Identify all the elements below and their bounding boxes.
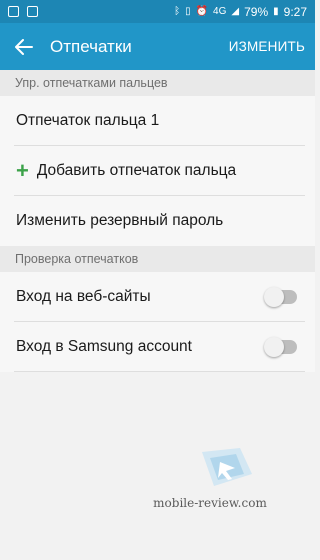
status-left <box>8 6 38 17</box>
watermark-logo-icon <box>202 448 252 486</box>
vibrate-icon: ▯ <box>185 6 191 17</box>
samsung-account-item[interactable]: Вход в Samsung account <box>0 322 315 372</box>
battery-icon: ▮ <box>273 6 279 17</box>
samsung-account-toggle[interactable] <box>264 337 297 357</box>
gallery-icon <box>27 6 38 17</box>
watermark-text: mobile-review.com <box>153 496 267 510</box>
web-signin-toggle[interactable] <box>264 287 297 307</box>
instagram-icon <box>8 6 19 17</box>
plus-icon: + <box>16 158 29 183</box>
section-header-manage: Упр. отпечатками пальцев <box>0 70 315 96</box>
status-right: ᛒ ▯ ⏰ 4G ◢ 79% ▮ 9:27 <box>174 5 307 19</box>
samsung-account-label: Вход в Samsung account <box>16 338 192 355</box>
verify-list: Вход на веб-сайты Вход в Samsung account <box>0 272 315 372</box>
edit-button[interactable]: ИЗМЕНИТЬ <box>229 39 305 54</box>
battery-percent: 79% <box>244 4 269 19</box>
app-bar: Отпечатки ИЗМЕНИТЬ <box>0 23 315 70</box>
page-title: Отпечатки <box>50 36 132 56</box>
back-button[interactable] <box>12 35 36 59</box>
add-fingerprint-label: Добавить отпечаток пальца <box>36 162 237 179</box>
manage-list: Отпечаток пальца 1 + Добавить отпечаток … <box>0 96 315 246</box>
fingerprint-1-item[interactable]: Отпечаток пальца 1 <box>0 96 315 146</box>
add-fingerprint-item[interactable]: + Добавить отпечаток пальца <box>0 146 315 196</box>
empty-area: mobile-review.com <box>0 372 315 560</box>
change-backup-password-item[interactable]: Изменить резервный пароль <box>0 196 315 246</box>
bluetooth-icon: ᛒ <box>174 6 181 17</box>
toggle-knob <box>264 337 284 357</box>
web-signin-label: Вход на веб-сайты <box>16 288 151 305</box>
change-backup-password-label: Изменить резервный пароль <box>16 212 224 229</box>
alarm-icon: ⏰ <box>195 6 209 17</box>
web-signin-item[interactable]: Вход на веб-сайты <box>0 272 315 322</box>
network-type: 4G <box>213 6 227 17</box>
status-bar: ᛒ ▯ ⏰ 4G ◢ 79% ▮ 9:27 <box>0 0 315 23</box>
watermark: mobile-review.com <box>140 446 280 518</box>
clock: 9:27 <box>283 4 307 19</box>
toggle-knob <box>264 287 284 307</box>
section-header-verify: Проверка отпечатков <box>0 246 315 272</box>
back-arrow-icon <box>15 38 33 55</box>
signal-icon: ◢ <box>231 6 240 17</box>
fingerprint-1-label: Отпечаток пальца 1 <box>16 112 160 129</box>
